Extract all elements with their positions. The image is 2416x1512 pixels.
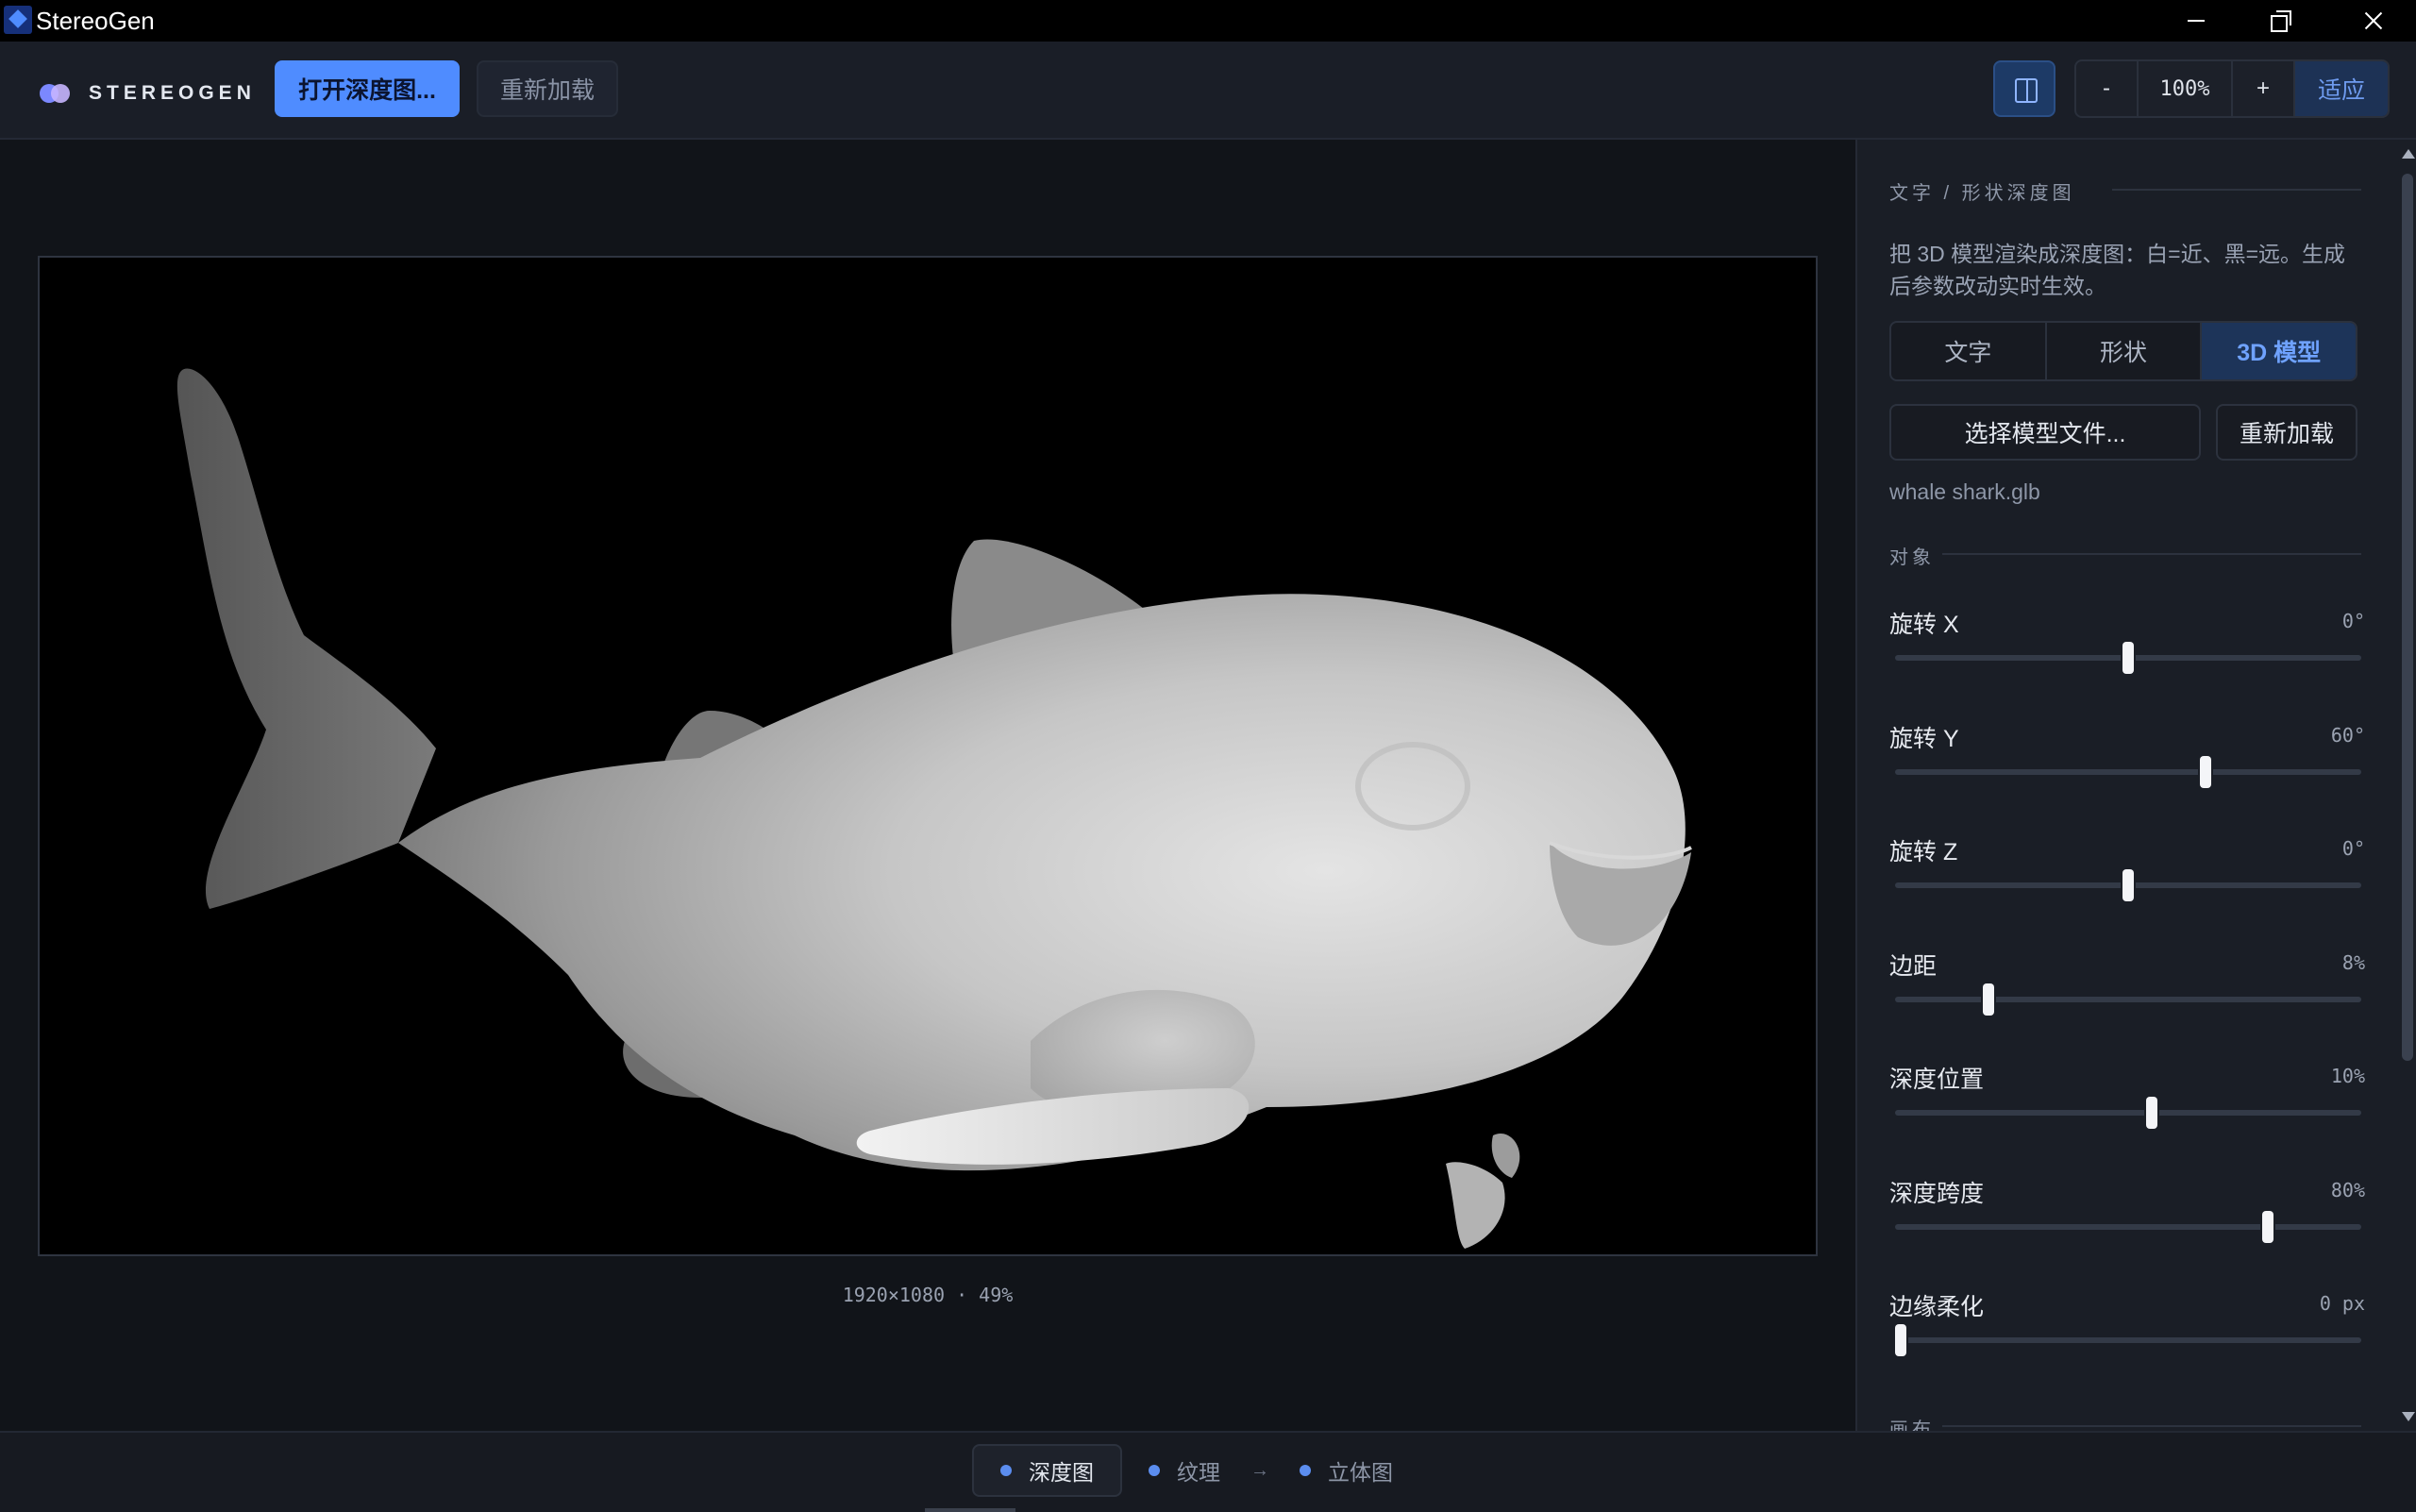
slider-value: 0 px [2319,1292,2365,1315]
step-dot-icon [1300,1465,1311,1476]
object-section-text: 对象 [1889,547,1935,568]
image-info: 1920×1080 · 49% [842,1284,1014,1306]
step-stereogram[interactable]: 立体图 [1273,1444,1419,1497]
minimize-icon[interactable] [2154,0,2239,42]
zoom-out-button[interactable]: - [2076,61,2139,116]
brand: STEREOGEN [38,79,256,108]
zoom-controls: - 100% + 适应 [2074,59,2390,118]
reload-model-button[interactable]: 重新加载 [2216,404,2357,461]
slider-thumb[interactable] [2146,1097,2157,1129]
sidebar-toggle-icon[interactable] [1993,60,2055,117]
resize-indicator [925,1508,1015,1512]
slider-thumb[interactable] [1895,1324,1906,1356]
tab-shape[interactable]: 形状 [2047,323,2203,379]
slider-value: 80% [2330,1179,2365,1201]
brand-logo-icon [38,82,74,105]
step-texture[interactable]: 纹理 [1122,1444,1247,1497]
source-type-tabs: 文字 形状 3D 模型 [1889,321,2357,381]
slider-value: 60° [2330,724,2365,747]
model-file-name: whale shark.glb [1889,479,2040,504]
slider-thumb[interactable] [2262,1211,2273,1243]
reload-button[interactable]: 重新加载 [477,60,618,117]
section-title: 文字 / 形状深度图 [1889,177,2361,205]
toolbar: STEREOGEN 打开深度图... 重新加载 - 100% + 适应 [0,42,2416,140]
panel-description: 把 3D 模型渲染成深度图：白=近、黑=远。生成后参数改动实时生效。 [1889,242,2346,298]
canvas-section-text: 画布 [1889,1420,1935,1431]
stereogen-app-icon [4,6,32,34]
slider-track[interactable] [1895,983,2361,1016]
zoom-level: 100% [2139,61,2233,116]
open-depth-map-button[interactable]: 打开深度图... [275,60,460,117]
slider-track[interactable] [1895,756,2361,788]
object-section-title: 对象 [1889,542,2361,569]
slider-label: 边缘柔化 [1889,1294,1985,1320]
slider-label: 深度跨度 [1889,1181,1985,1207]
step-dot-icon [1000,1465,1012,1476]
depth-map-image [176,368,1692,1249]
select-model-button[interactable]: 选择模型文件... [1889,404,2201,461]
scrollbar-thumb[interactable] [2402,174,2413,1061]
tab-text[interactable]: 文字 [1891,323,2047,379]
side-panel: 文字 / 形状深度图 把 3D 模型渲染成深度图：白=近、黑=远。生成后参数改动… [1855,140,2416,1431]
slider-thumb[interactable] [2200,756,2211,788]
panel-scrollbar[interactable] [2397,140,2416,1431]
fit-button[interactable]: 适应 [2295,61,2388,116]
slider-value: 0° [2341,610,2365,632]
canvas-area: 1920×1080 · 49% [0,140,1855,1431]
slider-thumb[interactable] [2122,869,2134,901]
depth-map-preview[interactable] [38,256,1818,1256]
slider-track[interactable] [1895,642,2361,674]
tab-3d-model[interactable]: 3D 模型 [2202,323,2356,379]
step-dot-icon [1149,1465,1160,1476]
slider-label: 边距 [1889,953,1938,980]
step-depth-map[interactable]: 深度图 [972,1444,1122,1497]
slider-track[interactable] [1895,1211,2361,1243]
slider-thumb[interactable] [1983,983,1994,1016]
slider-label: 旋转 Z [1889,839,1958,865]
close-icon[interactable] [2331,0,2416,42]
restore-icon[interactable] [2239,0,2324,42]
slider-label: 旋转 X [1889,612,1959,638]
window-titlebar: StereoGen [0,0,2416,42]
section-divider [1942,1425,2361,1427]
slider-label: 旋转 Y [1889,726,1959,752]
step-arrow-icon: → [1250,1459,1269,1481]
step-label: 纹理 [1177,1460,1220,1485]
workflow-steps: 深度图 纹理 → 立体图 [972,1444,1419,1497]
slider-track[interactable] [1895,1324,2361,1356]
slider-value: 0° [2341,837,2365,860]
zoom-in-button[interactable]: + [2233,61,2295,116]
canvas-section-title: 画布 [1889,1414,2361,1431]
bottom-bar: 深度图 纹理 → 立体图 [0,1431,2416,1512]
section-title-text: 文字 / 形状深度图 [1889,183,2075,204]
brand-name: STEREOGEN [89,82,256,104]
slider-label: 深度位置 [1889,1067,1985,1093]
step-label: 立体图 [1328,1460,1393,1485]
slider-track[interactable] [1895,1097,2361,1129]
scroll-up-icon[interactable] [2402,149,2415,159]
section-divider [2112,189,2361,191]
slider-value: 8% [2341,951,2365,974]
window-title: StereoGen [36,7,155,35]
scroll-down-icon[interactable] [2402,1412,2415,1421]
slider-value: 10% [2330,1065,2365,1087]
slider-track[interactable] [1895,869,2361,901]
step-label: 深度图 [1029,1460,1094,1485]
slider-thumb[interactable] [2122,642,2134,674]
section-divider [1942,553,2361,555]
